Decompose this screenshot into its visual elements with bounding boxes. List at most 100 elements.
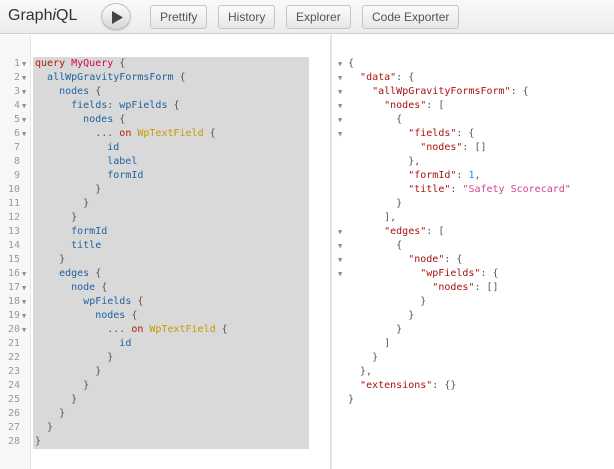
code-token: ...: [35, 128, 120, 139]
result-token: "nodes": [432, 282, 475, 293]
result-line: "nodes": []: [332, 281, 614, 295]
editor-line[interactable]: 28}: [0, 435, 331, 449]
code-exporter-button[interactable]: Code Exporter: [362, 5, 460, 29]
code-token: }: [35, 366, 102, 377]
code-text: nodes {: [35, 85, 101, 99]
code-token: formId: [107, 170, 144, 181]
editor-line[interactable]: 4 ▼ fields: wpFields {: [0, 99, 331, 113]
editor-line[interactable]: 9 formId: [0, 169, 331, 183]
graphiql-logo: GraphiQL: [8, 7, 77, 25]
result-token: ],: [348, 212, 397, 223]
fold-arrow-icon[interactable]: ▼: [338, 57, 342, 71]
fold-arrow-icon[interactable]: ▼: [22, 99, 26, 113]
prettify-button[interactable]: Prettify: [150, 5, 208, 29]
fold-arrow-icon[interactable]: ▼: [338, 127, 342, 141]
result-token: "extensions": [360, 380, 433, 391]
editor-line[interactable]: 11 }: [0, 197, 331, 211]
result-text: ]: [348, 337, 390, 351]
editor-line[interactable]: 21 id: [0, 337, 331, 351]
result-text: {: [348, 239, 402, 253]
editor-line[interactable]: 13 formId: [0, 225, 331, 239]
result-text: {: [348, 113, 402, 127]
result-token: [348, 268, 420, 279]
fold-arrow-icon[interactable]: ▼: [338, 267, 342, 281]
editor-line[interactable]: 8 label: [0, 155, 331, 169]
code-token: }: [35, 380, 90, 391]
code-token: WpTextField: [137, 128, 204, 139]
line-number: 22: [7, 352, 20, 363]
result-line: ],: [332, 211, 614, 225]
fold-arrow-icon[interactable]: ▼: [22, 57, 26, 71]
result-token: }: [348, 198, 403, 209]
editor-line[interactable]: 26 }: [0, 407, 331, 421]
fold-arrow-icon[interactable]: ▼: [22, 267, 26, 281]
editor-line[interactable]: 24 }: [0, 379, 331, 393]
result-token: [348, 128, 408, 139]
editor-line[interactable]: 15 }: [0, 253, 331, 267]
result-text: ],: [348, 211, 396, 225]
fold-arrow-icon[interactable]: ▼: [22, 281, 26, 295]
result-line: ▼ "node": {: [332, 253, 614, 267]
line-number: 5: [13, 114, 20, 125]
fold-arrow-icon[interactable]: ▼: [338, 113, 342, 127]
fold-arrow-icon[interactable]: ▼: [22, 71, 26, 85]
result-token: "allWpGravityFormsForm": [372, 86, 511, 97]
result-line: ▼ {: [332, 239, 614, 253]
fold-arrow-icon[interactable]: ▼: [22, 85, 26, 99]
editor-line[interactable]: 17 ▼ node {: [0, 281, 331, 295]
fold-arrow-icon[interactable]: ▼: [22, 113, 26, 127]
history-button[interactable]: History: [218, 5, 276, 29]
editor-line[interactable]: 25 }: [0, 393, 331, 407]
editor-line[interactable]: 18 ▼ wpFields {: [0, 295, 331, 309]
editor-line[interactable]: 10 }: [0, 183, 331, 197]
code-token: WpTextField: [149, 324, 216, 335]
line-number: 21: [7, 338, 20, 349]
editor-line[interactable]: 23 }: [0, 365, 331, 379]
query-editor[interactable]: 1 ▼ query MyQuery {2 ▼ allWpGravityFormsFor…: [0, 35, 331, 469]
result-token: "data": [360, 72, 397, 83]
result-token: [348, 254, 408, 265]
code-text: label: [35, 155, 137, 169]
fold-arrow-icon[interactable]: ▼: [22, 309, 26, 323]
editor-line[interactable]: 22 }: [0, 351, 331, 365]
fold-arrow-icon[interactable]: ▼: [22, 323, 26, 337]
line-number: 4: [13, 100, 20, 111]
fold-arrow-icon[interactable]: ▼: [338, 71, 342, 85]
code-token: id: [119, 338, 132, 349]
fold-arrow-icon[interactable]: ▼: [338, 253, 342, 267]
result-text: },: [348, 155, 420, 169]
code-text: }: [35, 183, 101, 197]
editor-line[interactable]: 14 title: [0, 239, 331, 253]
editor-line[interactable]: 1 ▼ query MyQuery {: [0, 57, 331, 71]
editor-line[interactable]: 2 ▼ allWpGravityFormsForm {: [0, 71, 331, 85]
explorer-button[interactable]: Explorer: [286, 5, 351, 29]
result-token: {: [348, 114, 403, 125]
code-text: id: [35, 141, 119, 155]
code-text: edges {: [35, 267, 101, 281]
editor-line[interactable]: 6 ▼ ... on WpTextField {: [0, 127, 331, 141]
code-text: node {: [35, 281, 107, 295]
execute-query-button[interactable]: [101, 3, 131, 30]
line-number: 2: [13, 72, 20, 83]
code-token: {: [95, 282, 108, 293]
editor-line[interactable]: 3 ▼ nodes {: [0, 85, 331, 99]
result-token: [348, 72, 360, 83]
result-token: : [: [426, 100, 445, 111]
fold-arrow-icon[interactable]: ▼: [338, 225, 342, 239]
editor-line[interactable]: 19 ▼ nodes {: [0, 309, 331, 323]
fold-arrow-icon[interactable]: ▼: [338, 85, 342, 99]
fold-arrow-icon[interactable]: ▼: [22, 295, 26, 309]
editor-line[interactable]: 7 id: [0, 141, 331, 155]
editor-line[interactable]: 20 ▼ ... on WpTextField {: [0, 323, 331, 337]
fold-arrow-icon[interactable]: ▼: [22, 127, 26, 141]
fold-arrow-icon[interactable]: ▼: [338, 99, 342, 113]
fold-arrow-icon[interactable]: ▼: [338, 239, 342, 253]
editor-line[interactable]: 12 }: [0, 211, 331, 225]
editor-line[interactable]: 27 }: [0, 421, 331, 435]
editor-line[interactable]: 5 ▼ nodes {: [0, 113, 331, 127]
editor-line[interactable]: 16 ▼ edges {: [0, 267, 331, 281]
